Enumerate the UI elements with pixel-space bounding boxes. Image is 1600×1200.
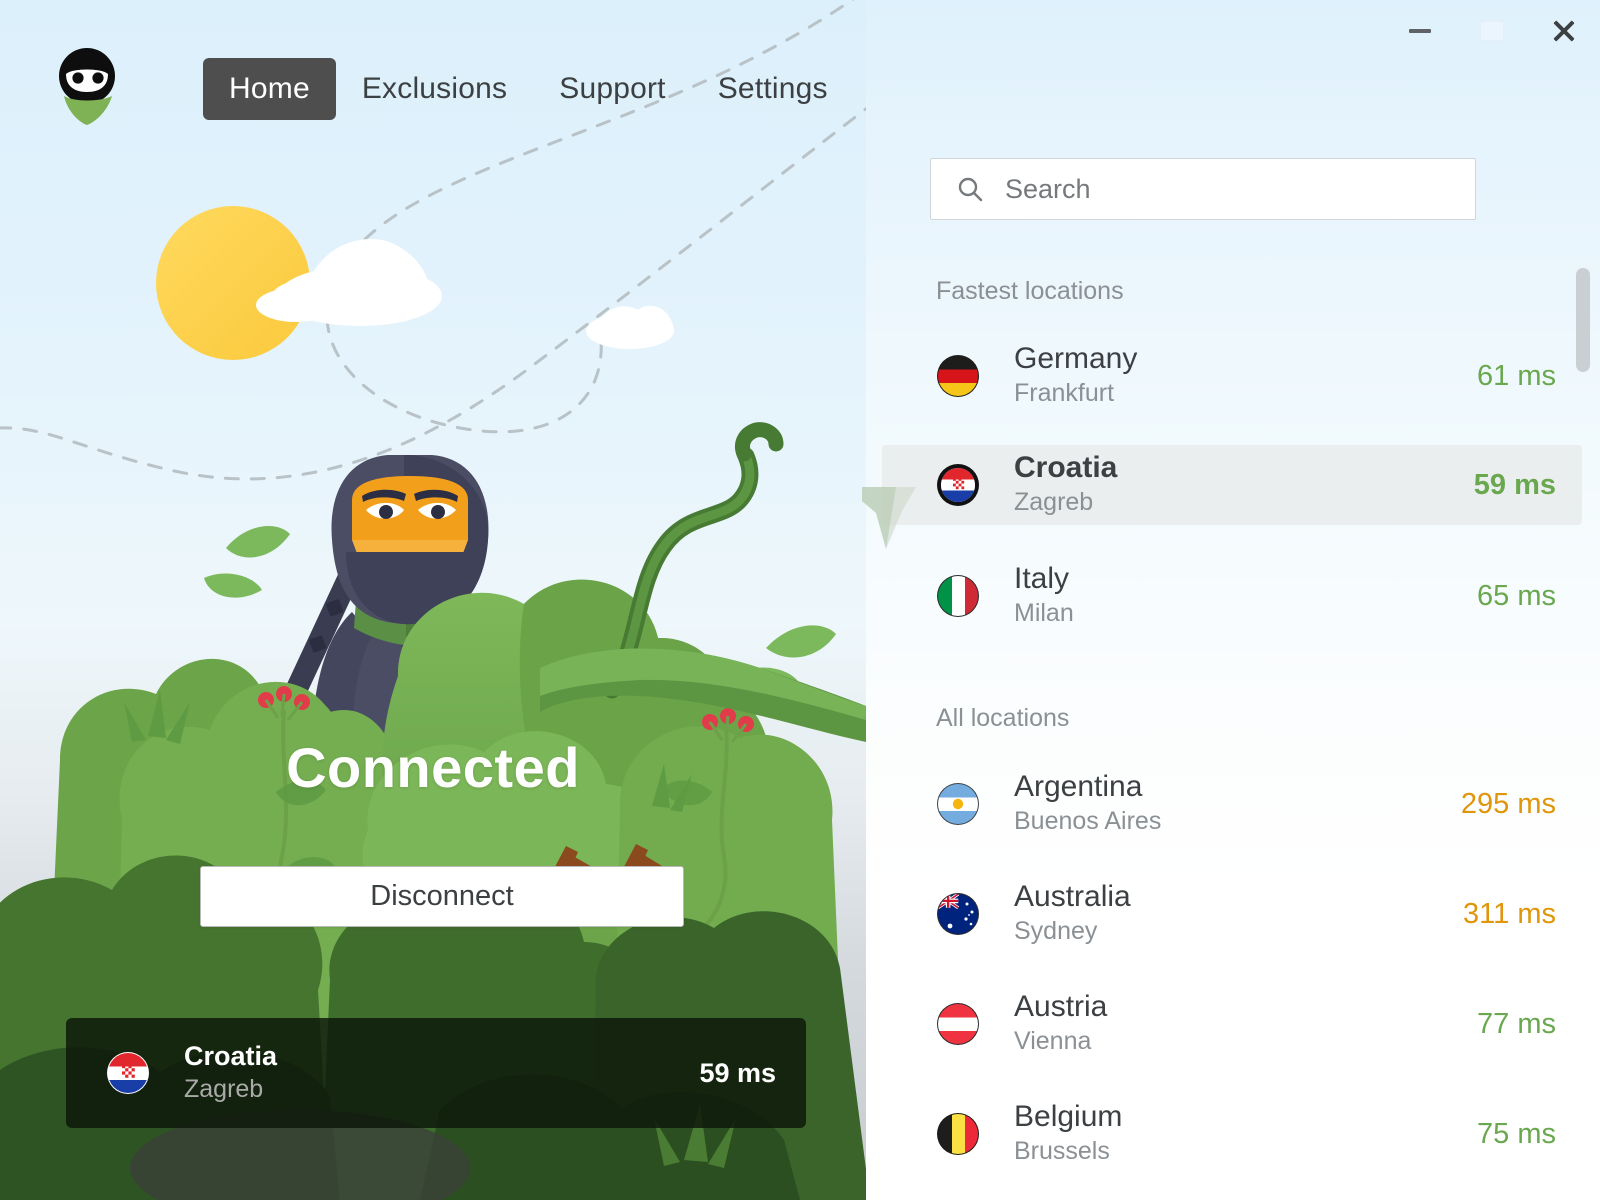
minimize-button[interactable] — [1384, 0, 1456, 62]
location-row-belgium[interactable]: Belgium Brussels 75 ms — [882, 1094, 1582, 1174]
location-country: Germany — [1014, 342, 1138, 376]
location-texts: Argentina Buenos Aires — [1014, 770, 1461, 838]
location-ping: 75 ms — [1477, 1117, 1556, 1150]
connection-status-title: Connected — [286, 736, 580, 799]
location-country: Australia — [1014, 880, 1131, 914]
current-location-ping: 59 ms — [699, 1057, 776, 1088]
flag-australia-icon — [936, 892, 980, 936]
vpn-app-window: Home Exclusions Support Settings Connect… — [0, 0, 1600, 1200]
all-locations-heading: All locations — [936, 704, 1070, 732]
location-ping: 77 ms — [1477, 1007, 1556, 1040]
location-country: Austria — [1014, 990, 1108, 1024]
location-row-italy[interactable]: Italy Milan 65 ms — [882, 556, 1582, 636]
flag-austria-icon — [936, 1002, 980, 1046]
close-button[interactable] — [1528, 0, 1600, 62]
locations-panel: Fastest locations Germany Frankfurt 61 — [866, 0, 1600, 1200]
current-location-card[interactable]: Croatia Zagreb 59 ms — [66, 1018, 806, 1128]
nav-item-home[interactable]: Home — [203, 58, 336, 120]
locations-scrollbar-track[interactable] — [1574, 0, 1592, 1200]
location-city: Milan — [1014, 599, 1074, 628]
location-city: Zagreb — [1014, 488, 1094, 517]
location-country: Italy — [1014, 562, 1070, 596]
flag-germany-icon — [936, 354, 980, 398]
maximize-icon — [1479, 20, 1505, 42]
location-row-croatia[interactable]: Croatia Zagreb 59 ms — [882, 445, 1582, 525]
search-box[interactable] — [930, 158, 1476, 220]
location-row-austria[interactable]: Austria Vienna 77 ms — [882, 984, 1582, 1064]
location-ping: 61 ms — [1477, 359, 1556, 392]
ninja-head-icon — [56, 46, 118, 126]
top-navigation: Home Exclusions Support Settings — [0, 0, 866, 150]
minimize-icon — [1409, 29, 1431, 33]
location-ping: 59 ms — [1473, 468, 1556, 501]
location-texts: Italy Milan — [1014, 562, 1477, 630]
location-ping: 295 ms — [1460, 787, 1556, 820]
disconnect-button[interactable]: Disconnect — [200, 866, 684, 927]
current-location-texts: Croatia Zagreb — [184, 1041, 699, 1105]
location-city: Buenos Aires — [1014, 807, 1162, 836]
flag-argentina-icon — [936, 782, 980, 826]
location-row-australia[interactable]: Australia Sydney 311 ms — [882, 874, 1582, 954]
location-texts: Belgium Brussels — [1014, 1100, 1477, 1168]
flag-italy-icon — [936, 574, 980, 618]
location-texts: Australia Sydney — [1014, 880, 1463, 948]
location-row-argentina[interactable]: Argentina Buenos Aires 295 ms — [882, 764, 1582, 844]
location-city: Vienna — [1014, 1027, 1092, 1056]
current-location-country: Croatia — [184, 1040, 278, 1071]
locations-scrollbar-thumb[interactable] — [1576, 268, 1590, 372]
location-ping: 311 ms — [1463, 897, 1556, 930]
location-row-germany[interactable]: Germany Frankfurt 61 ms — [882, 336, 1582, 416]
nav-item-settings[interactable]: Settings — [692, 58, 854, 120]
location-ping: 65 ms — [1477, 579, 1556, 612]
maximize-button[interactable] — [1456, 0, 1528, 62]
flag-croatia-icon — [106, 1051, 150, 1095]
close-icon — [1551, 18, 1577, 44]
fastest-locations-heading: Fastest locations — [936, 277, 1124, 305]
search-input[interactable] — [1005, 173, 1435, 205]
location-country: Argentina — [1014, 770, 1143, 804]
nav-item-support[interactable]: Support — [533, 58, 691, 120]
location-city: Brussels — [1014, 1137, 1110, 1166]
flag-belgium-icon — [936, 1112, 980, 1156]
location-city: Frankfurt — [1014, 379, 1115, 408]
location-country: Belgium — [1014, 1100, 1123, 1134]
location-texts: Austria Vienna — [1014, 990, 1477, 1058]
current-location-city: Zagreb — [184, 1074, 264, 1103]
search-icon — [957, 176, 983, 202]
flag-croatia-icon — [936, 463, 980, 507]
home-illustration-panel: Home Exclusions Support Settings Connect… — [0, 0, 866, 1200]
location-country: Croatia — [1014, 451, 1118, 485]
location-texts: Croatia Zagreb — [1014, 451, 1474, 519]
location-city: Sydney — [1014, 917, 1098, 946]
nav-items: Home Exclusions Support Settings — [203, 58, 854, 120]
window-controls — [1300, 0, 1600, 62]
location-texts: Germany Frankfurt — [1014, 342, 1477, 410]
nav-item-exclusions[interactable]: Exclusions — [336, 58, 533, 120]
